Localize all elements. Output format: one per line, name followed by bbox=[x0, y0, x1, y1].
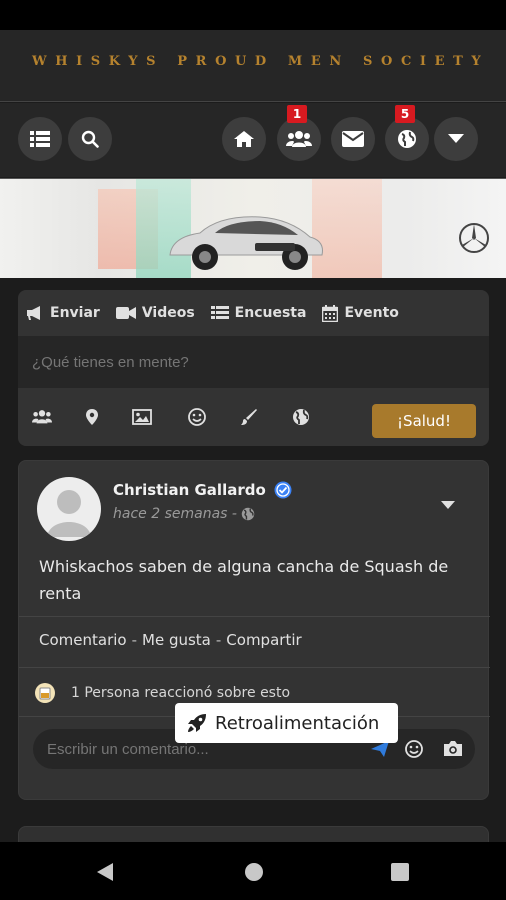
tag-friends-button[interactable] bbox=[32, 408, 52, 426]
divider bbox=[19, 667, 490, 668]
site-header: WHISKYS PROUD MEN SOCIETY bbox=[0, 30, 506, 102]
users-icon bbox=[286, 131, 312, 147]
privacy-button[interactable] bbox=[291, 408, 311, 426]
more-dropdown-button[interactable] bbox=[434, 117, 478, 161]
like-link[interactable]: Me gusta bbox=[142, 631, 211, 649]
divider bbox=[19, 616, 490, 617]
reaction-summary[interactable]: 1 Persona reaccionó sobre esto bbox=[35, 683, 290, 703]
separator: - bbox=[131, 631, 138, 649]
add-feeling-button[interactable] bbox=[187, 408, 207, 426]
ad-banner[interactable] bbox=[0, 178, 506, 278]
post-composer: Enviar Videos Encuesta Evento ¿Qué tiene… bbox=[18, 290, 489, 446]
tab-label: Evento bbox=[344, 305, 399, 321]
paintbrush-icon bbox=[241, 409, 257, 425]
composer-tabs: Enviar Videos Encuesta Evento bbox=[18, 290, 489, 336]
tab-videos[interactable]: Videos bbox=[115, 305, 195, 321]
verified-badge-icon bbox=[274, 481, 292, 499]
messages-button[interactable] bbox=[331, 117, 375, 161]
menu-button[interactable] bbox=[18, 117, 62, 161]
author-name[interactable]: Christian Gallardo bbox=[113, 481, 266, 499]
globe-icon bbox=[398, 130, 416, 148]
image-icon bbox=[132, 409, 152, 425]
post-actions: Comentario - Me gusta - Compartir bbox=[39, 631, 302, 649]
caret-down-icon bbox=[448, 134, 464, 143]
whisky-reaction-icon bbox=[35, 683, 55, 703]
separator: - bbox=[215, 631, 222, 649]
car-image bbox=[169, 216, 323, 270]
tab-evento[interactable]: Evento bbox=[322, 304, 399, 322]
megaphone-icon bbox=[27, 306, 40, 320]
rocket-icon bbox=[188, 714, 206, 732]
colored-post-button[interactable] bbox=[239, 408, 259, 426]
friends-button[interactable]: 1 bbox=[277, 105, 321, 161]
video-icon bbox=[115, 307, 136, 319]
camera-icon[interactable] bbox=[443, 740, 463, 757]
tab-label: Enviar bbox=[50, 305, 100, 321]
add-location-button[interactable] bbox=[82, 408, 102, 426]
friends-badge: 1 bbox=[287, 105, 307, 123]
list-icon bbox=[210, 306, 229, 319]
tab-label: Videos bbox=[141, 305, 195, 321]
post-author[interactable]: Christian Gallardo bbox=[113, 481, 292, 499]
globe-icon bbox=[241, 507, 255, 521]
search-button[interactable] bbox=[68, 117, 112, 161]
feedback-tooltip[interactable]: Retroalimentación bbox=[175, 703, 398, 743]
home-button[interactable] bbox=[222, 117, 266, 161]
group-icon bbox=[32, 410, 52, 424]
tab-enviar[interactable]: Enviar bbox=[26, 305, 100, 321]
location-icon bbox=[86, 409, 98, 425]
top-navbar: 1 5 bbox=[0, 103, 506, 177]
globe-icon bbox=[293, 409, 309, 425]
post-options-button[interactable] bbox=[441, 495, 455, 514]
mercedes-logo bbox=[459, 223, 489, 253]
share-link[interactable]: Compartir bbox=[226, 631, 301, 649]
post-card: Christian Gallardo hace 2 semanas - Whis… bbox=[18, 460, 490, 800]
site-title[interactable]: WHISKYS PROUD MEN SOCIETY bbox=[32, 54, 489, 69]
post-timestamp[interactable]: hace 2 semanas - bbox=[113, 506, 255, 522]
reaction-text: 1 Persona reaccionó sobre esto bbox=[71, 685, 291, 701]
envelope-icon bbox=[342, 131, 364, 147]
post-body: Whiskachos saben de alguna cancha de Squ… bbox=[39, 557, 449, 603]
emoji-icon[interactable] bbox=[405, 740, 423, 758]
post-text-input[interactable] bbox=[18, 336, 489, 388]
timestamp-text: hace 2 semanas - bbox=[113, 506, 237, 522]
default-avatar-icon bbox=[47, 490, 91, 537]
notifications-button[interactable]: 5 bbox=[385, 105, 429, 161]
search-icon bbox=[81, 130, 99, 148]
home-icon bbox=[234, 131, 254, 147]
avatar[interactable] bbox=[37, 477, 101, 541]
feedback-label: Retroalimentación bbox=[215, 712, 380, 734]
calendar-icon bbox=[322, 304, 339, 322]
back-icon[interactable] bbox=[96, 862, 114, 882]
emoji-icon bbox=[188, 408, 206, 426]
notifications-badge: 5 bbox=[395, 105, 415, 123]
comment-link[interactable]: Comentario bbox=[39, 631, 127, 649]
send-icon[interactable] bbox=[371, 741, 389, 757]
list-icon bbox=[30, 131, 50, 147]
caret-down-icon bbox=[441, 501, 455, 509]
tab-label: Encuesta bbox=[234, 305, 307, 321]
publish-button[interactable]: ¡Salud! bbox=[372, 404, 476, 438]
tab-encuesta[interactable]: Encuesta bbox=[210, 305, 307, 321]
android-nav-bar bbox=[0, 842, 506, 900]
add-photo-button[interactable] bbox=[132, 408, 152, 426]
recents-icon[interactable] bbox=[391, 863, 409, 881]
status-bar bbox=[0, 0, 506, 30]
home-icon[interactable] bbox=[244, 862, 264, 882]
